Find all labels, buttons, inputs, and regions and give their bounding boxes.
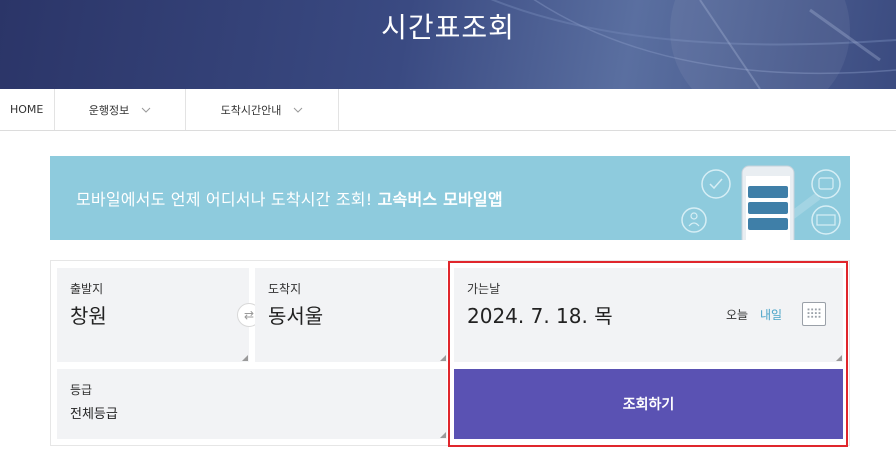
phone-app-illustration <box>681 165 841 240</box>
today-link[interactable]: 오늘 <box>726 306 748 323</box>
date-value: 2024. 7. 18. 목 <box>467 304 613 328</box>
banner-message: 모바일에서도 언제 어디서나 도착시간 조회! <box>76 190 373 209</box>
date-field[interactable]: 가는날 2024. 7. 18. 목 오늘 내일 <box>454 268 843 362</box>
tomorrow-link[interactable]: 내일 <box>760 306 782 323</box>
corner-marker <box>242 355 248 361</box>
banner-text: 모바일에서도 언제 어디서나 도착시간 조회! 고속버스 모바일앱 <box>76 186 503 210</box>
corner-marker <box>836 355 842 361</box>
corner-marker <box>440 355 446 361</box>
page-hero: 시간표조회 <box>0 0 896 89</box>
departure-label: 출발지 <box>70 282 104 296</box>
grade-field[interactable]: 등급 전체등급 <box>57 369 447 439</box>
corner-marker <box>440 432 446 438</box>
grade-label: 등급 <box>70 383 93 397</box>
banner-app-name: 고속버스 모바일앱 <box>377 190 503 209</box>
timetable-search-form: 출발지 창원 ⇄ 도착지 동서울 가는날 2024. 7. 18. 목 오늘 내… <box>50 260 850 447</box>
breadcrumb-divider <box>338 89 339 130</box>
chevron-down-icon <box>294 107 303 113</box>
breadcrumb-menu-operation[interactable]: 운행정보 <box>55 89 185 130</box>
chevron-down-icon <box>141 107 151 113</box>
calendar-icon[interactable] <box>802 302 826 326</box>
grade-value: 전체등급 <box>70 407 118 422</box>
arrival-label: 도착지 <box>268 282 302 296</box>
breadcrumb-menu-label: 도착시간안내 <box>220 103 282 117</box>
breadcrumb: HOME 운행정보 도착시간안내 <box>0 89 896 131</box>
mobile-app-banner[interactable]: 모바일에서도 언제 어디서나 도착시간 조회! 고속버스 모바일앱 <box>50 156 850 240</box>
breadcrumb-menu-arrival[interactable]: 도착시간안내 <box>186 89 338 130</box>
page-title: 시간표조회 <box>381 11 515 44</box>
arrival-field[interactable]: 도착지 동서울 <box>255 268 447 362</box>
date-label: 가는날 <box>467 282 501 296</box>
arrival-value: 동서울 <box>268 304 324 328</box>
departure-value: 창원 <box>70 304 107 328</box>
breadcrumb-menu-label: 운행정보 <box>88 103 130 117</box>
departure-field[interactable]: 출발지 창원 <box>57 268 249 362</box>
breadcrumb-home[interactable]: HOME <box>10 89 54 130</box>
search-button[interactable]: 조회하기 <box>454 369 843 439</box>
